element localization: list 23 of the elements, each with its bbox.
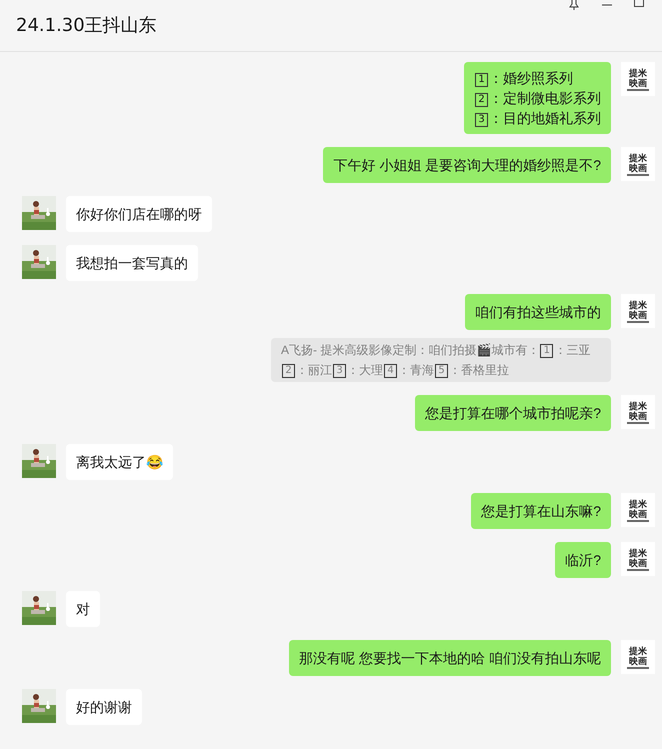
message-bubble: 你好你们店在哪的呀 [66, 196, 212, 232]
message-bubble: 那没有呢 您要找一下本地的哈 咱们没有拍山东呢 [289, 640, 611, 676]
window-title: 24.1.30王抖山东 [16, 14, 157, 38]
message-bubble: 1 ：婚纱照系列 2 ：定制微电影系列 3 ：目的地婚礼系列 [464, 62, 611, 134]
message-bubble: 您是打算在山东嘛? [471, 493, 611, 529]
message-bubble: 临沂? [555, 542, 611, 578]
logo-avatar: 提米 映画 [621, 294, 655, 328]
logo-avatar: 提米 映画 [621, 640, 655, 674]
message-bubble: 我想拍一套写真的 [66, 245, 198, 281]
message-bubble: 离我太远了😂 [66, 444, 173, 480]
logo-avatar: 提米 映画 [621, 395, 655, 429]
message-bubble: 咱们有拍这些城市的 [465, 294, 611, 330]
logo-avatar: 提米 映画 [621, 493, 655, 527]
message-bubble: 您是打算在哪个城市拍呢亲? [415, 395, 611, 431]
message-bubble: 下午好 小姐姐 是要咨询大理的婚纱照是不? [323, 147, 611, 183]
message-bubble: 对 [66, 591, 100, 627]
message-bubble: 好的谢谢 [66, 689, 142, 725]
logo-avatar: 提米 映画 [621, 62, 655, 96]
quoted-message: A飞扬- 提米高级影像定制：咱们拍摄🎬城市有： 1 ：三亚 2 ：丽江 3 ：大理 4 ：青海 5 ：香格里拉 [271, 338, 611, 382]
pin-icon[interactable] [568, 0, 580, 10]
logo-avatar: 提米 映画 [621, 147, 655, 181]
maximize-icon[interactable] [634, 0, 644, 7]
logo-avatar: 提米 映画 [621, 542, 655, 576]
